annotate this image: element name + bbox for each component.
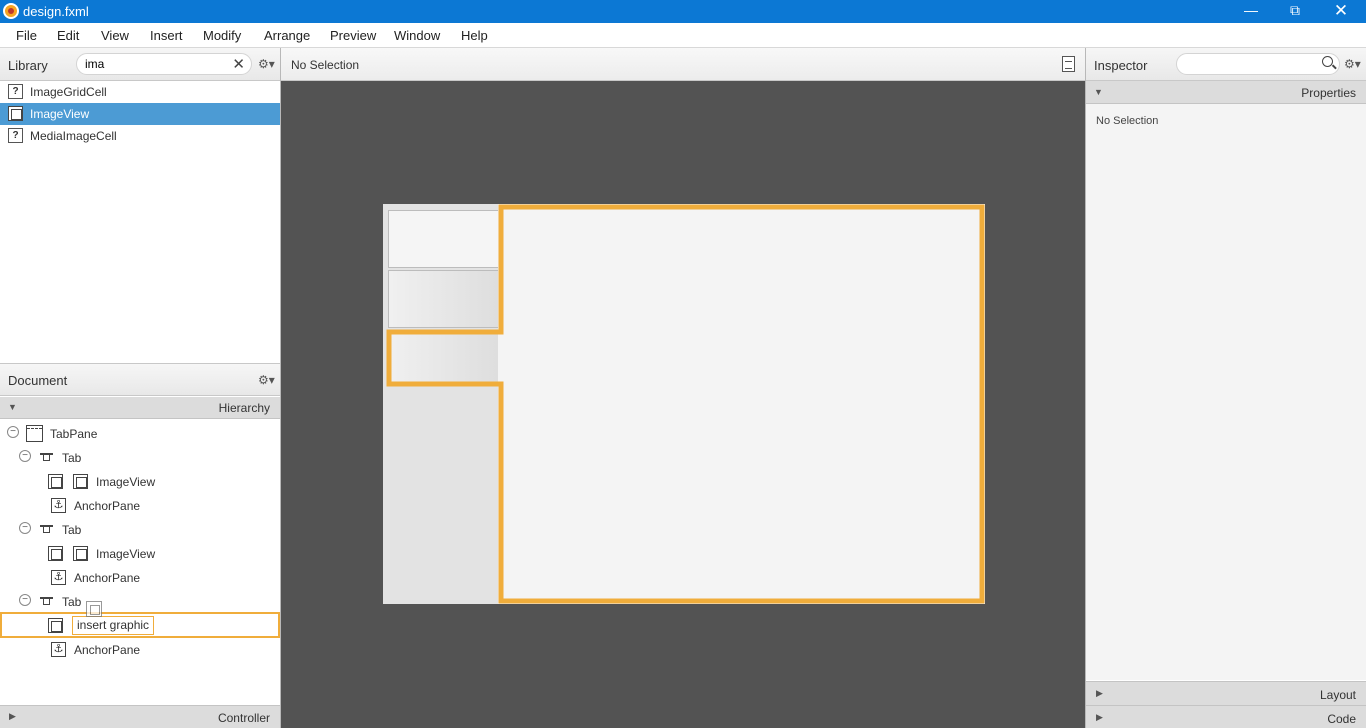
inspector-title: Inspector bbox=[1094, 58, 1148, 73]
tree-node-label: Tab bbox=[62, 451, 82, 465]
tree-node-anchorpane[interactable]: ⚓ AnchorPane bbox=[0, 567, 280, 589]
library-item-mediaimagecell[interactable]: ? MediaImageCell bbox=[0, 125, 280, 147]
minimize-button[interactable]: — bbox=[1228, 0, 1274, 23]
document-title: Document bbox=[8, 373, 68, 388]
menu-modify[interactable]: Modify bbox=[203, 28, 241, 43]
search-icon bbox=[1322, 56, 1333, 67]
tab-icon bbox=[40, 597, 53, 605]
menu-window[interactable]: Window bbox=[394, 28, 440, 43]
selection-breadcrumb: No Selection bbox=[291, 58, 360, 72]
library-item-label: MediaImageCell bbox=[30, 129, 117, 143]
imageview-icon bbox=[8, 106, 23, 121]
tree-node-label: ImageView bbox=[96, 547, 156, 561]
tree-node-label: ImageView bbox=[96, 475, 156, 489]
tree-node-tab[interactable]: − Tab bbox=[0, 447, 280, 469]
code-label: Code bbox=[1327, 712, 1356, 726]
code-section-header[interactable]: ▶ Code bbox=[1086, 705, 1366, 728]
restore-button[interactable]: ⧉ bbox=[1272, 0, 1318, 23]
anchorpane-icon: ⚓ bbox=[51, 498, 66, 513]
library-item-label: ImageGridCell bbox=[30, 85, 107, 99]
collapsed-triangle-icon: ▶ bbox=[1096, 688, 1103, 698]
inspector-body: No Selection bbox=[1086, 104, 1366, 680]
tree-node-tab[interactable]: − Tab bbox=[0, 519, 280, 541]
graphic-slot-icon bbox=[48, 618, 63, 633]
layout-label: Layout bbox=[1319, 688, 1356, 702]
tree-node-imageview[interactable]: ImageView bbox=[0, 543, 280, 565]
dragged-imageview-icon bbox=[86, 601, 102, 617]
tree-node-label: TabPane bbox=[50, 427, 98, 441]
graphic-slot-icon bbox=[48, 546, 63, 561]
collapse-icon[interactable]: − bbox=[19, 594, 31, 606]
unknown-icon: ? bbox=[8, 128, 23, 143]
tree-node-label: AnchorPane bbox=[74, 643, 141, 657]
tree-node-anchorpane[interactable]: ⚓ AnchorPane bbox=[0, 639, 280, 661]
tree-node-label: Tab bbox=[62, 523, 82, 537]
library-title: Library bbox=[8, 58, 48, 73]
menu-help[interactable]: Help bbox=[461, 28, 488, 43]
graphic-slot-icon bbox=[48, 474, 63, 489]
library-gear-icon[interactable]: ⚙▾ bbox=[258, 57, 275, 71]
properties-section-header[interactable]: ▼ Properties bbox=[1086, 81, 1366, 104]
content-header: No Selection bbox=[281, 48, 1085, 81]
tab-icon bbox=[40, 453, 53, 461]
library-item-imagegridcell[interactable]: ? ImageGridCell bbox=[0, 81, 280, 103]
menu-preview[interactable]: Preview bbox=[330, 28, 376, 43]
menu-file[interactable]: File bbox=[16, 28, 37, 43]
menu-arrange[interactable]: Arrange bbox=[264, 28, 310, 43]
tree-node-anchorpane[interactable]: ⚓ AnchorPane bbox=[0, 495, 280, 517]
collapse-icon[interactable]: − bbox=[19, 450, 31, 462]
expand-triangle-icon: ▼ bbox=[1094, 87, 1103, 97]
collapse-icon[interactable]: − bbox=[7, 426, 19, 438]
imageview-icon bbox=[73, 474, 88, 489]
clear-search-icon[interactable]: ✕ bbox=[232, 55, 245, 73]
inspector-message: No Selection bbox=[1096, 115, 1159, 127]
title-bar: design.fxml — ⧉ ✕ bbox=[0, 0, 1366, 23]
tree-node-label: AnchorPane bbox=[74, 499, 141, 513]
document-header: Document ⚙▾ bbox=[0, 363, 280, 396]
menu-view[interactable]: View bbox=[101, 28, 129, 43]
hierarchy-label: Hierarchy bbox=[218, 401, 270, 415]
library-search-field[interactable]: ✕ bbox=[76, 53, 252, 75]
collapse-icon[interactable]: − bbox=[19, 522, 31, 534]
tree-node-label: AnchorPane bbox=[74, 571, 141, 585]
hierarchy-section-header[interactable]: ▼ Hierarchy bbox=[0, 397, 280, 419]
expand-triangle-icon: ▼ bbox=[8, 402, 17, 412]
layout-section-header[interactable]: ▶ Layout bbox=[1086, 681, 1366, 705]
library-search-input[interactable] bbox=[85, 57, 225, 71]
tree-node-tab[interactable]: − Tab bbox=[0, 591, 280, 613]
tree-node-label: Tab bbox=[62, 595, 82, 609]
window-title: design.fxml bbox=[23, 4, 89, 19]
drop-highlight-outline bbox=[386, 204, 985, 604]
menu-edit[interactable]: Edit bbox=[57, 28, 79, 43]
properties-label: Properties bbox=[1301, 86, 1356, 100]
close-window-button[interactable]: ✕ bbox=[1318, 0, 1364, 23]
insert-graphic-placeholder[interactable]: insert graphic bbox=[72, 616, 154, 635]
menu-insert[interactable]: Insert bbox=[150, 28, 183, 43]
inspector-search-field[interactable] bbox=[1176, 53, 1340, 75]
anchorpane-icon: ⚓ bbox=[51, 570, 66, 585]
library-item-imageview[interactable]: ImageView bbox=[0, 103, 280, 125]
tab-icon bbox=[40, 525, 53, 533]
controller-section-header[interactable]: ▶ Controller bbox=[0, 705, 280, 728]
controller-label: Controller bbox=[217, 711, 270, 725]
unknown-icon: ? bbox=[8, 84, 23, 99]
collapsed-triangle-icon: ▶ bbox=[9, 711, 16, 721]
scene-builder-icon bbox=[3, 3, 19, 19]
document-gear-icon[interactable]: ⚙▾ bbox=[258, 373, 275, 387]
menu-bar: File Edit View Insert Modify Arrange Pre… bbox=[0, 23, 1366, 48]
collapsed-triangle-icon: ▶ bbox=[1096, 712, 1103, 722]
library-item-label: ImageView bbox=[30, 107, 90, 121]
inspector-gear-icon[interactable]: ⚙▾ bbox=[1344, 57, 1361, 71]
anchorpane-icon: ⚓ bbox=[51, 642, 66, 657]
document-icon[interactable] bbox=[1062, 56, 1075, 72]
library-list: ? ImageGridCell ImageView ? MediaImageCe… bbox=[0, 81, 280, 362]
tabpane-icon bbox=[26, 425, 43, 442]
imageview-icon bbox=[73, 546, 88, 561]
tree-node-tabpane[interactable]: − TabPane bbox=[0, 423, 280, 445]
tree-node-imageview[interactable]: ImageView bbox=[0, 471, 280, 493]
